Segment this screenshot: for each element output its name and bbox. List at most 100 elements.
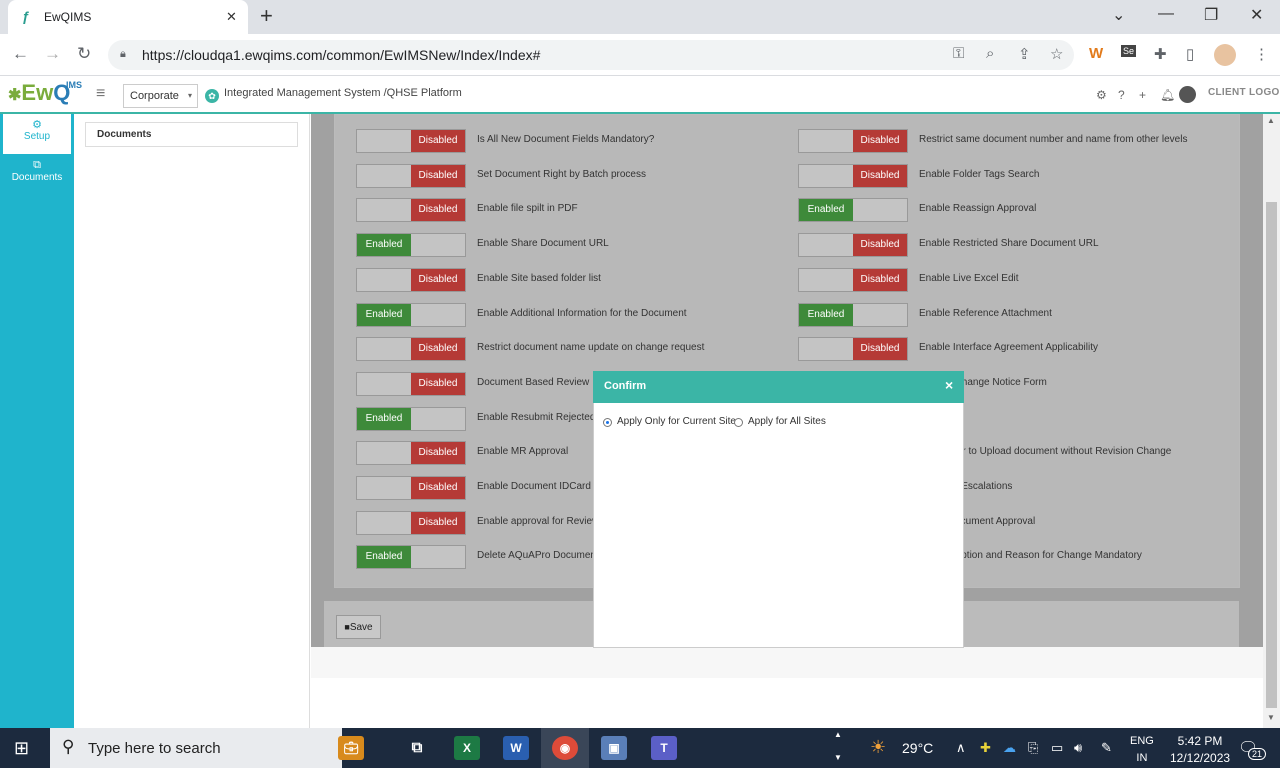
lock-icon[interactable]: 🔒︎: [120, 48, 126, 61]
tab-close-icon[interactable]: ✕: [226, 9, 237, 25]
toggle-switch[interactable]: Enabled: [356, 545, 466, 570]
close-window-button[interactable]: ✕: [1250, 5, 1263, 25]
network-icon[interactable]: ⎘: [1028, 740, 1038, 756]
settings-gear-icon[interactable]: ⚙: [1096, 88, 1107, 102]
taskbar-scroll-down-icon[interactable]: ▼: [834, 753, 842, 762]
toggle-switch[interactable]: Disabled: [798, 163, 908, 188]
search-icon: ⚲: [62, 737, 75, 756]
reload-icon[interactable]: ↻: [77, 44, 91, 64]
new-tab-button[interactable]: +: [260, 3, 273, 29]
teams-icon[interactable]: T: [651, 736, 677, 760]
copy-icon: ⧉: [33, 159, 41, 171]
onedrive-cloud-icon[interactable]: ☁: [1003, 740, 1016, 756]
taskbar-clock[interactable]: 5:42 PM 12/12/2023: [1170, 733, 1230, 767]
toggle-state-label: Enabled: [357, 234, 411, 257]
dialog-close-icon[interactable]: ×: [945, 377, 953, 393]
toggle-switch[interactable]: Disabled: [356, 129, 466, 153]
side-panel-icon[interactable]: ▯: [1186, 45, 1194, 63]
camera-app-icon[interactable]: ▣: [601, 736, 627, 760]
save-button[interactable]: ■Save: [336, 615, 381, 639]
help-icon[interactable]: ?: [1118, 88, 1125, 102]
toggle-switch[interactable]: Disabled: [356, 476, 466, 500]
profile-avatar[interactable]: [1214, 44, 1236, 66]
pen-icon[interactable]: ✎: [1101, 740, 1112, 756]
taskbar-search[interactable]: ⚲ Type here to search: [50, 728, 342, 768]
browser-menu-icon[interactable]: ⋮: [1254, 45, 1269, 63]
hamburger-menu-icon[interactable]: ≡: [96, 85, 105, 103]
star-icon[interactable]: ☆: [1050, 45, 1063, 63]
key-icon[interactable]: ⚿: [953, 45, 964, 62]
toggle-state-label: Disabled: [411, 477, 465, 499]
toggle-switch[interactable]: Disabled: [798, 129, 908, 153]
sidebar-item-label: Setup: [23, 131, 51, 142]
setting-label: Enable Document IDCard: [477, 481, 591, 492]
toggle-switch[interactable]: Disabled: [356, 198, 466, 223]
word-icon[interactable]: W: [503, 736, 529, 760]
dialog-title: Confirm: [604, 380, 647, 392]
toggle-switch[interactable]: Enabled: [798, 302, 908, 327]
sidebar-item-documents[interactable]: ⧉ Documents: [0, 156, 74, 196]
task-view-icon[interactable]: ⧉: [404, 736, 430, 760]
toggle-state-label: Disabled: [853, 268, 907, 291]
sidebar-item-setup[interactable]: ⚙ Setup: [3, 114, 71, 154]
setting-label: Enable MR Approval: [477, 446, 569, 458]
scrollbar-thumb[interactable]: [1266, 202, 1277, 708]
toggle-state-label: Disabled: [411, 130, 465, 152]
toggle-state-label: Disabled: [411, 338, 465, 361]
radio-current-site-label[interactable]: Apply Only for Current Site: [617, 416, 736, 427]
toggle-switch[interactable]: Disabled: [356, 371, 466, 396]
extensions-puzzle-icon[interactable]: ✚: [1154, 45, 1167, 63]
toggle-switch[interactable]: Disabled: [356, 510, 466, 535]
zoom-icon[interactable]: ⌕: [986, 45, 994, 62]
subnav-item-documents[interactable]: Documents: [85, 122, 298, 147]
radio-all-sites[interactable]: [734, 418, 743, 427]
toggle-switch[interactable]: Disabled: [356, 267, 466, 292]
toggle-switch[interactable]: Disabled: [798, 337, 908, 362]
radio-all-sites-label[interactable]: Apply for All Sites: [748, 416, 826, 427]
minimize-button[interactable]: —: [1158, 5, 1174, 23]
setting-label: Enable Live Excel Edit: [919, 272, 1019, 284]
toggle-switch[interactable]: Enabled: [798, 198, 908, 223]
notification-bell-icon[interactable]: 🔔︎: [1160, 88, 1175, 102]
briefcase-app-icon[interactable]: 💼︎: [338, 736, 364, 760]
language-indicator[interactable]: ENG IN: [1130, 733, 1154, 767]
toggle-switch[interactable]: Disabled: [798, 267, 908, 292]
volume-icon[interactable]: 🔊︎: [1074, 740, 1082, 756]
url-text[interactable]: https://cloudqa1.ewqims.com/common/EwIMS…: [142, 47, 540, 63]
site-favicon-icon: ƒ: [22, 8, 30, 24]
toggle-switch[interactable]: Disabled: [356, 337, 466, 362]
toggle-switch[interactable]: Disabled: [356, 163, 466, 188]
setting-label: Enable Share Document URL: [477, 238, 609, 250]
chrome-icon[interactable]: ◉: [552, 736, 578, 760]
toggle-switch[interactable]: Enabled: [356, 406, 466, 431]
region-label: IN: [1136, 752, 1148, 764]
toggle-switch[interactable]: Enabled: [356, 233, 466, 258]
platform-gear-icon: ✿: [205, 89, 219, 103]
excel-icon[interactable]: X: [454, 736, 480, 760]
taskbar-scroll-up-icon[interactable]: ▲: [834, 730, 842, 739]
temperature[interactable]: 29°C: [902, 740, 933, 756]
battery-icon[interactable]: ▭: [1051, 740, 1063, 756]
toggle-switch[interactable]: Disabled: [798, 233, 908, 258]
browser-tab[interactable]: ƒ EwQIMS ✕: [8, 0, 248, 34]
back-icon[interactable]: ←: [12, 44, 29, 64]
forward-icon[interactable]: →: [44, 44, 61, 64]
restore-button[interactable]: ❐: [1204, 5, 1218, 25]
selenium-extension-icon[interactable]: Se: [1121, 45, 1137, 57]
add-icon[interactable]: +: [1139, 88, 1146, 102]
windows-start-icon[interactable]: ⊞: [14, 738, 29, 759]
share-icon[interactable]: ⇪: [1018, 45, 1031, 63]
extension-w-icon[interactable]: W: [1089, 45, 1103, 62]
user-avatar[interactable]: [1179, 86, 1196, 103]
scroll-up-icon[interactable]: ▲: [1267, 116, 1275, 125]
setting-label: Document Based Review: [477, 376, 590, 388]
scroll-down-icon[interactable]: ▼: [1267, 713, 1275, 722]
tab-search-icon[interactable]: ⌄: [1112, 5, 1125, 25]
toggle-switch[interactable]: Enabled: [356, 302, 466, 327]
tray-chevron-up-icon[interactable]: ∧: [956, 740, 966, 756]
site-select[interactable]: Corporate ▾: [123, 84, 198, 108]
clock-date: 12/12/2023: [1170, 751, 1231, 765]
toggle-switch[interactable]: Disabled: [356, 441, 466, 466]
tray-plus-icon[interactable]: ✚: [980, 740, 991, 756]
radio-current-site[interactable]: [603, 418, 612, 427]
